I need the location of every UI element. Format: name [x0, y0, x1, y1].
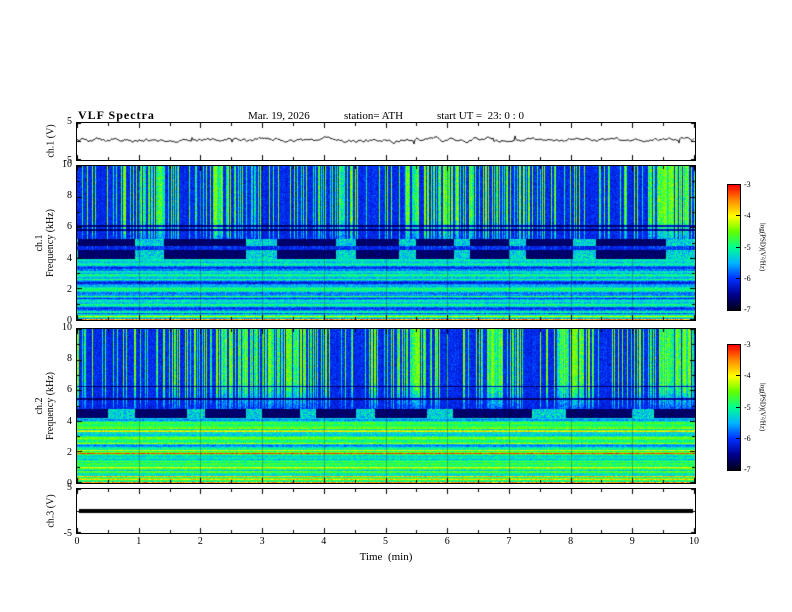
x-tick-label: 5	[383, 536, 388, 547]
colorbar-tick-label: -6	[744, 433, 751, 443]
colorbar-tick-mark	[736, 375, 740, 376]
colorbar-tick-mark	[736, 344, 740, 345]
y-tick-label: 2	[67, 446, 72, 458]
y-tick-label: 4	[67, 415, 72, 427]
colorbar-tick-label: -5	[744, 402, 751, 412]
y-tick-label: 5	[67, 482, 72, 493]
ch2-spectrogram-canvas	[77, 329, 695, 483]
colorbar-tick-label: -4	[744, 371, 751, 381]
colorbar-tick-mark	[736, 407, 740, 408]
ch1-waveform-panel	[76, 122, 696, 161]
x-axis-title: Time (min)	[359, 551, 413, 563]
y-tick-label: 2	[67, 283, 72, 295]
colorbar-tick-mark	[736, 184, 740, 185]
date-label: Mar. 19, 2026	[248, 110, 310, 122]
y-tick-label: 4	[67, 252, 72, 264]
y-tick-label: 8	[67, 190, 72, 202]
y-tick-label: 5	[67, 116, 72, 127]
ch1-spectrogram-panel	[76, 165, 696, 321]
ch3-flatline-panel	[76, 488, 696, 534]
colorbar-tick-label: -3	[744, 340, 751, 349]
colorbar-tick-label: -6	[744, 273, 751, 283]
ch1-waveform-canvas	[77, 123, 695, 160]
colorbar-tick-label: -7	[744, 305, 751, 314]
colorbar-tick-mark	[736, 215, 740, 216]
x-tick-label: 3	[259, 536, 265, 547]
x-tick-label: 0	[74, 536, 80, 547]
x-tick-label: 6	[444, 536, 450, 547]
colorbar-tick-label: -7	[744, 465, 751, 474]
ch1-spectrogram-canvas	[77, 166, 695, 320]
y-tick-label: -5	[63, 528, 72, 539]
ch2-spectrogram-panel	[76, 328, 696, 484]
ch1-axis-label-line1: ch.1	[34, 234, 45, 252]
x-tick-label: 9	[629, 536, 635, 547]
ch3-voltage-axis-label: ch.3 (V)	[45, 494, 57, 528]
x-tick-label: 10	[689, 536, 699, 547]
start-ut-label: start UT = 23: 0 : 0	[437, 110, 524, 122]
x-tick-label: 1	[136, 536, 142, 547]
figure-title: VLF Spectra	[78, 108, 155, 122]
ch3-flatline-canvas	[77, 489, 695, 533]
colorbar-tick-mark	[736, 247, 740, 248]
x-tick-label: 2	[197, 536, 203, 547]
y-tick-label: 10	[62, 159, 72, 170]
ch1-voltage-axis-label: ch.1 (V)	[45, 124, 57, 158]
y-tick-label: 6	[67, 384, 72, 396]
colorbar-label-ch1: log(PSD)(V²/Hz)	[758, 222, 767, 272]
ch2-axis-label-line1: ch.2	[34, 397, 45, 415]
vlf-spectra-figure: VLF Spectra Mar. 19, 2026 station= ATH s…	[0, 0, 792, 612]
y-tick-label: 8	[67, 353, 72, 365]
colorbar-label-ch2: log(PSD)(V²/Hz)	[758, 382, 767, 432]
x-tick-label: 7	[506, 536, 512, 547]
y-tick-label: 6	[67, 221, 72, 233]
colorbar-tick-label: -5	[744, 242, 751, 252]
colorbar-tick-label: -4	[744, 211, 751, 221]
colorbar-tick-label: -3	[744, 180, 751, 189]
colorbar-tick-mark	[736, 309, 740, 310]
colorbar-tick-mark	[736, 278, 740, 279]
ch1-frequency-axis-label: ch.1 Frequency (kHz)	[34, 209, 56, 277]
x-tick-label: 8	[568, 536, 574, 547]
y-tick-label: 10	[62, 322, 72, 333]
ch2-frequency-axis-label: ch.2 Frequency (kHz)	[34, 372, 56, 440]
colorbar-tick-mark	[736, 438, 740, 439]
ch2-axis-label-line2: Frequency (kHz)	[45, 371, 56, 441]
ch1-axis-label-line2: Frequency (kHz)	[45, 208, 56, 278]
station-label: station= ATH	[344, 110, 404, 122]
colorbar-tick-mark	[736, 469, 740, 470]
x-tick-label: 4	[321, 536, 327, 547]
